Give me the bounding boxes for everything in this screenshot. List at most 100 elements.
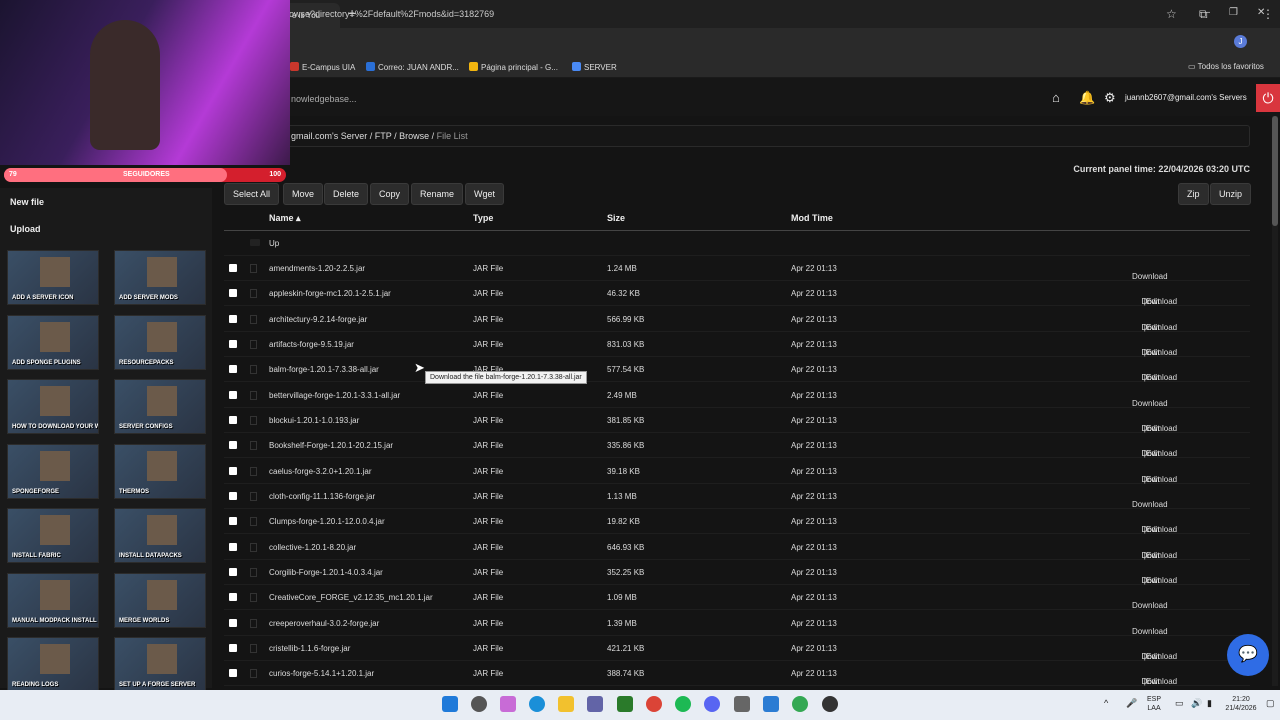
battery-icon[interactable]: ▮ [1207,699,1212,708]
row-checkbox[interactable] [229,542,237,551]
up-row[interactable]: Up [224,231,1250,256]
tutorial-tile[interactable]: HOW TO DOWNLOAD YOUR WORLD [7,379,99,434]
row-checkbox[interactable] [229,390,237,399]
column-size[interactable]: Size [607,213,625,223]
bookmark-correo[interactable]: Correo: JUAN ANDR... [366,62,459,72]
file-name[interactable]: Corgilib-Forge-1.20.1-4.0.3.4.jar [269,568,383,577]
table-row[interactable]: amendments-1.20-2.2.5.jar JAR File 1.24 MB… [224,256,1250,281]
table-row[interactable]: creeperoverhaul-3.0.2-forge.jar JAR File 1… [224,611,1250,636]
scrollbar-thumb[interactable] [1272,116,1278,226]
teams-icon[interactable] [587,696,603,712]
rename-button[interactable]: Rename [411,183,464,205]
table-row[interactable]: Clumps-forge-1.20.1-12.0.0.4.jar JAR File… [224,509,1250,535]
row-checkbox[interactable] [229,264,237,272]
notification-icon[interactable]: ▢ [1266,699,1275,708]
bell-icon[interactable]: 🔔 [1079,90,1095,106]
volume-icon[interactable]: 🔊 [1191,699,1202,708]
clock[interactable]: 21:20 21/4/2026 [1224,695,1258,713]
bookmark-pagina[interactable]: Página principal - G... [469,62,558,72]
edit-link[interactable]: Edit [1146,297,1160,306]
chrome-profile-icon[interactable] [792,696,808,712]
tutorial-tile[interactable]: RESOURCEPACKS [114,314,206,370]
edit-link[interactable]: Edit [1146,652,1160,661]
spotify-icon[interactable] [675,696,691,712]
edge-icon[interactable] [529,696,545,712]
scrollbar[interactable] [1272,116,1278,686]
minecraft-icon[interactable] [617,696,633,712]
edit-link[interactable]: Edit [1146,348,1160,357]
file-name[interactable]: collective-1.20.1-8.20.jar [269,543,356,552]
tutorial-tile[interactable]: MERGE WORLDS [114,572,206,628]
file-name[interactable]: bettervillage-forge-1.20.1-3.3.1-all.jar [269,391,400,400]
table-row[interactable]: cloth-config-11.1.136-forge.jar JAR File 1… [224,484,1250,509]
edit-link[interactable]: Edit [1146,373,1160,382]
move-button[interactable]: Move [283,183,324,205]
file-name[interactable]: blockui-1.20.1-1.0.193.jar [269,416,359,425]
table-row[interactable]: appleskin-forge-mc1.20.1-2.5.1.jar JAR Fi… [224,281,1250,307]
app-icon[interactable] [763,696,779,712]
tutorial-tile[interactable]: MANUAL MODPACK INSTALL [7,572,99,628]
edit-link[interactable]: Edit [1146,475,1160,484]
microphone-icon[interactable]: 🎤 [1126,699,1137,708]
network-icon[interactable]: ▭ [1175,699,1184,708]
file-name[interactable]: appleskin-forge-mc1.20.1-2.5.1.jar [269,289,391,298]
discord-icon[interactable] [704,696,720,712]
file-name[interactable]: cristellib-1.1.6-forge.jar [269,644,350,653]
tutorial-tile[interactable]: INSTALL DATAPACKS [114,508,206,563]
star-icon[interactable]: ☆ [1166,7,1177,21]
tutorial-tile[interactable]: ADD SPONGE PLUGINS [7,314,99,370]
restore-icon[interactable]: ❐ [1229,7,1238,18]
file-name[interactable]: curios-forge-5.14.1+1.20.1.jar [269,669,374,678]
file-name[interactable]: cloth-config-11.1.136-forge.jar [269,492,375,501]
home-icon[interactable]: ⌂ [1052,90,1060,105]
file-name[interactable]: creeperoverhaul-3.0.2-forge.jar [269,619,379,628]
account-menu[interactable]: juannb2607@gmail.com's Servers [1125,93,1247,102]
tutorial-tile[interactable]: SPONGEFORGE [7,443,99,499]
file-explorer-icon[interactable] [558,696,574,712]
file-name[interactable]: CreativeCore_FORGE_v2.12.35_mc1.20.1.jar [269,593,433,602]
search-icon[interactable] [471,696,487,712]
select-all-button[interactable]: Select All [224,183,280,205]
new-file-link[interactable]: New file [10,197,44,207]
download-link[interactable]: Download [1132,627,1168,636]
download-link[interactable]: Download [1132,500,1168,509]
download-link[interactable]: Download [1132,272,1168,281]
tutorial-tile[interactable]: SET UP A FORGE SERVER [114,637,206,692]
zip-button[interactable]: Zip [1178,183,1209,205]
row-checkbox[interactable] [229,365,237,374]
table-row[interactable]: curios-forge-5.14.1+1.20.1.jar JAR File 38… [224,661,1250,687]
edit-link[interactable]: Edit [1146,576,1160,585]
profile-avatar[interactable]: J [1234,35,1247,48]
language-indicator[interactable]: ESP LAA [1147,695,1161,713]
breadcrumb-server[interactable]: gmail.com's Server [291,131,367,141]
row-checkbox[interactable] [229,339,237,348]
unzip-button[interactable]: Unzip [1210,183,1252,205]
row-checkbox[interactable] [229,491,237,500]
edit-link[interactable]: Edit [1146,449,1160,458]
extensions-icon[interactable]: ⧉ [1199,7,1208,22]
url-text[interactable]: owse?directory=%2Fdefault%2Fmods&id=3182… [289,9,494,19]
tray-chevron-icon[interactable]: ^ [1104,699,1108,708]
copilot-icon[interactable] [500,696,516,712]
tutorial-tile[interactable]: ADD SERVER MODS [114,250,206,305]
file-name[interactable]: artifacts-forge-9.5.19.jar [269,340,354,349]
file-name[interactable]: caelus-forge-3.2.0+1.20.1.jar [269,467,372,476]
copy-button[interactable]: Copy [370,183,410,205]
table-row[interactable]: architectury-9.2.14-forge.jar JAR File 566… [224,307,1250,332]
tutorial-tile[interactable]: THERMOS [114,443,206,499]
column-type[interactable]: Type [473,213,493,223]
power-icon[interactable]: ⏻ [1256,84,1280,112]
row-checkbox[interactable] [229,618,237,627]
row-checkbox[interactable] [229,441,237,450]
file-name[interactable]: amendments-1.20-2.2.5.jar [269,264,365,273]
table-row[interactable]: collective-1.20.1-8.20.jar JAR File 646.93… [224,535,1250,560]
table-row[interactable]: cristellib-1.1.6-forge.jar JAR File 421.21… [224,636,1250,661]
breadcrumb-browse[interactable]: Browse [399,131,429,141]
edit-link[interactable]: Edit [1146,677,1160,686]
menu-icon[interactable]: ⋮ [1262,7,1274,21]
delete-button[interactable]: Delete [324,183,369,205]
obs-icon[interactable] [822,696,838,712]
row-checkbox[interactable] [229,314,237,323]
row-checkbox[interactable] [229,289,237,298]
table-row[interactable]: Bookshelf-Forge-1.20.1-20.2.15.jar JAR Fi… [224,433,1250,459]
